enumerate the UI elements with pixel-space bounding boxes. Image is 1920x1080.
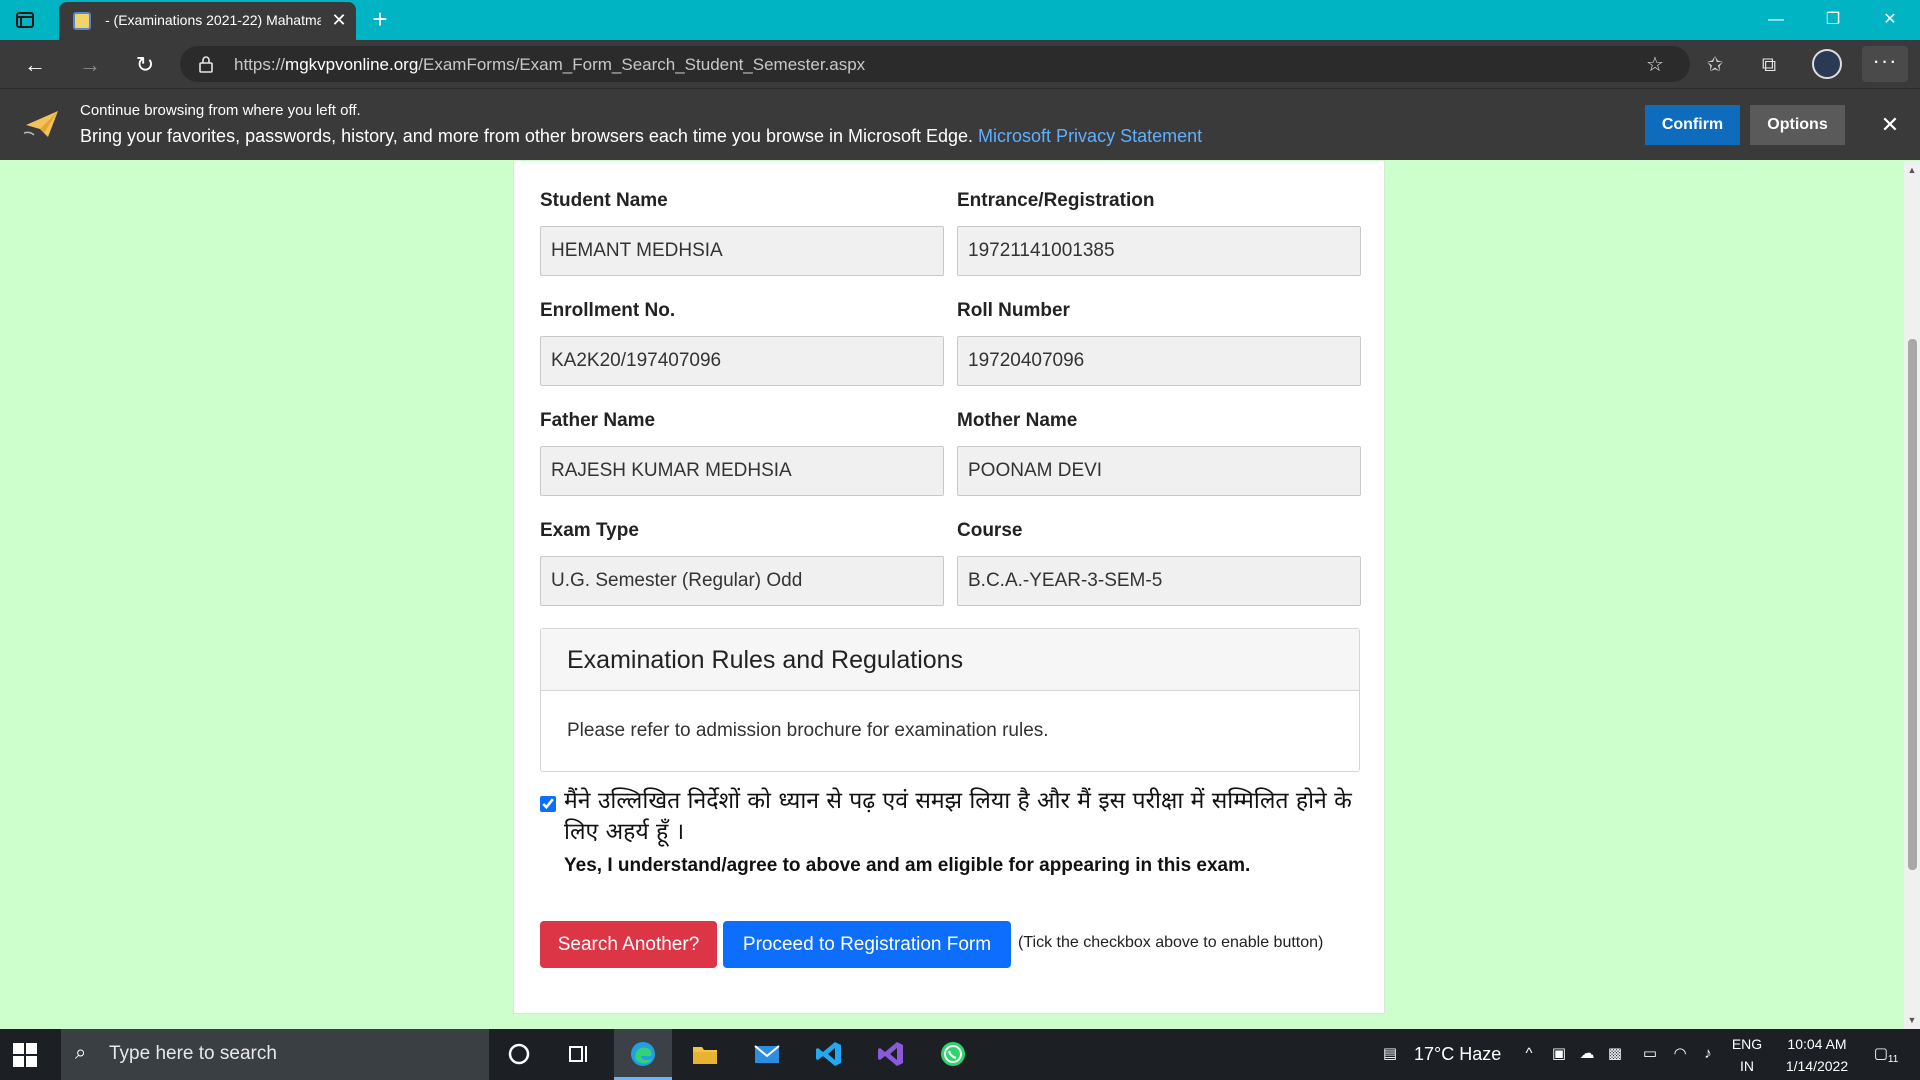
agree-english-text: Yes, I understand/agree to above and am … — [564, 855, 1251, 876]
page-viewport: Student Name Entrance/Registration Enrol… — [0, 161, 1904, 1029]
enrollment-field[interactable] — [540, 336, 944, 386]
back-arrow-icon[interactable]: ← — [18, 48, 52, 82]
tab-title: - (Examinations 2021-22) Mahatma Gandhi … — [105, 12, 321, 28]
mother-name-field[interactable] — [957, 446, 1361, 496]
window-close-icon[interactable]: ✕ — [1863, 0, 1917, 40]
settings-more-icon[interactable]: ··· — [1862, 46, 1908, 82]
edge-sync-infobar: Continue browsing from where you left of… — [0, 88, 1920, 160]
collections-icon[interactable]: ⧉ — [1752, 48, 1786, 82]
site-favicon-icon — [73, 12, 91, 30]
url-text[interactable]: https://mgkvpvonline.org/ExamForms/Exam_… — [234, 55, 865, 75]
infobar-close-icon[interactable]: ✕ — [1876, 111, 1904, 139]
clock-time: 10:04 AM — [1787, 1036, 1847, 1052]
lock-icon[interactable] — [198, 55, 214, 73]
onedrive-icon[interactable]: ☁ — [1577, 1044, 1597, 1064]
wifi-icon[interactable]: ◠ — [1670, 1044, 1690, 1064]
visual-studio-icon[interactable] — [862, 1029, 920, 1080]
search-another-button[interactable]: Search Another? — [540, 921, 717, 968]
weather-icon[interactable]: ▤ — [1375, 1044, 1405, 1064]
search-icon: ⌕ — [75, 1042, 87, 1064]
exam-form-card: Student Name Entrance/Registration Enrol… — [513, 161, 1385, 1014]
address-bar[interactable]: https://mgkvpvonline.org/ExamForms/Exam_… — [180, 46, 1690, 82]
minimize-icon[interactable]: — — [1749, 0, 1803, 40]
whatsapp-icon[interactable] — [924, 1029, 982, 1080]
meet-now-icon[interactable]: ▣ — [1549, 1044, 1569, 1064]
father-name-field[interactable] — [540, 446, 944, 496]
course-field[interactable] — [957, 556, 1361, 606]
tab-close-icon[interactable]: ✕ — [327, 8, 351, 32]
clock-date: 1/14/2022 — [1785, 1058, 1849, 1074]
rules-title: Examination Rules and Regulations — [541, 629, 1359, 691]
checkbox-hint: (Tick the checkbox above to enable butto… — [1018, 934, 1324, 951]
student-name-label: Student Name — [540, 190, 668, 211]
infobar-message-text: Bring your favorites, passwords, history… — [80, 126, 974, 146]
privacy-statement-link[interactable]: Microsoft Privacy Statement — [978, 126, 1202, 146]
scroll-down-icon[interactable]: ▼ — [1907, 1015, 1917, 1025]
student-name-field[interactable] — [540, 226, 944, 276]
forward-arrow-icon[interactable]: → — [73, 48, 107, 82]
windows-start-icon[interactable] — [12, 1042, 38, 1068]
profile-avatar[interactable] — [1812, 49, 1842, 79]
url-scheme: https:// — [234, 55, 286, 74]
notification-count: 11 — [1887, 1054, 1899, 1065]
favorites-icon[interactable]: ✩ — [1698, 48, 1732, 82]
windows-taskbar: ⌕ Type here to search ▤ 17°C Haze ^ ▣ ☁ … — [0, 1029, 1920, 1080]
exam-type-field[interactable] — [540, 556, 944, 606]
refresh-icon[interactable]: ↻ — [128, 48, 162, 82]
course-label: Course — [957, 520, 1023, 541]
new-tab-button[interactable]: + — [366, 6, 394, 34]
mother-name-label: Mother Name — [957, 410, 1078, 431]
language-code: ENG — [1731, 1036, 1763, 1052]
rules-panel: Examination Rules and Regulations Please… — [540, 628, 1360, 772]
url-host: mgkvpvonline.org — [285, 55, 419, 74]
file-explorer-icon[interactable] — [676, 1029, 734, 1080]
cortana-icon[interactable] — [490, 1029, 548, 1080]
restore-icon[interactable]: ❐ — [1806, 0, 1860, 40]
agree-checkbox[interactable] — [540, 796, 556, 812]
rules-body: Please refer to admission brochure for e… — [567, 720, 1049, 741]
confirm-button[interactable]: Confirm — [1645, 105, 1740, 145]
task-view-icon[interactable] — [550, 1029, 608, 1080]
browser-toolbar: ← → ↻ https://mgkvpvonline.org/ExamForms… — [0, 40, 1920, 88]
registration-label: Entrance/Registration — [957, 190, 1155, 211]
notification-center-icon[interactable]: ▢11 — [1870, 1044, 1902, 1065]
enrollment-label: Enrollment No. — [540, 300, 676, 321]
father-name-label: Father Name — [540, 410, 656, 431]
exam-type-label: Exam Type — [540, 520, 639, 541]
proceed-registration-button[interactable]: Proceed to Registration Form — [723, 921, 1011, 968]
add-favorite-icon[interactable]: ☆ — [1638, 48, 1672, 82]
roll-number-label: Roll Number — [957, 300, 1070, 321]
browser-title-bar: - (Examinations 2021-22) Mahatma Gandhi … — [0, 0, 1920, 40]
volume-icon[interactable]: ♪ — [1698, 1044, 1718, 1064]
mail-icon[interactable] — [738, 1029, 796, 1080]
language-indicator[interactable]: ENG IN — [1728, 1033, 1766, 1077]
edge-taskbar-icon[interactable] — [614, 1029, 672, 1080]
browser-tab[interactable]: - (Examinations 2021-22) Mahatma Gandhi … — [59, 2, 356, 40]
weather-text[interactable]: 17°C Haze — [1414, 1044, 1501, 1065]
vs-code-icon[interactable] — [800, 1029, 858, 1080]
page-scrollbar[interactable]: ▲ ▼ — [1904, 161, 1920, 1029]
registration-field[interactable] — [957, 226, 1361, 276]
paper-plane-icon — [20, 103, 62, 145]
agree-hindi-text: मैंने उल्लिखित निर्देशों को ध्यान से पढ़… — [564, 788, 1352, 845]
infobar-heading: Continue browsing from where you left of… — [80, 102, 361, 119]
region-code: IN — [1740, 1058, 1754, 1074]
scroll-thumb[interactable] — [1908, 339, 1917, 870]
battery-icon[interactable]: ▭ — [1640, 1044, 1660, 1064]
infobar-message: Bring your favorites, passwords, history… — [80, 126, 1202, 147]
show-hidden-icons-icon[interactable]: ^ — [1519, 1044, 1539, 1064]
taskbar-search-placeholder: Type here to search — [109, 1043, 277, 1064]
scroll-up-icon[interactable]: ▲ — [1907, 165, 1917, 175]
taskbar-search-box[interactable]: ⌕ Type here to search — [61, 1029, 489, 1080]
roll-number-field[interactable] — [957, 336, 1361, 386]
system-clock[interactable]: 10:04 AM 1/14/2022 — [1772, 1033, 1862, 1077]
options-button[interactable]: Options — [1750, 105, 1845, 145]
url-path: /ExamForms/Exam_Form_Search_Student_Seme… — [418, 55, 866, 74]
security-icon[interactable]: ▩ — [1605, 1044, 1625, 1064]
tab-actions-icon[interactable] — [14, 9, 36, 31]
